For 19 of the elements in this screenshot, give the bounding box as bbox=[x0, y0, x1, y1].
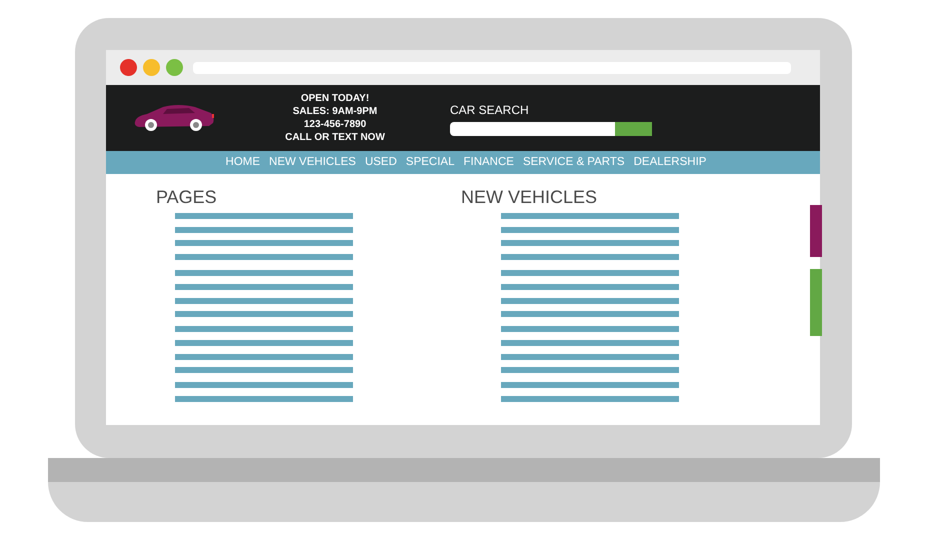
search-button[interactable] bbox=[615, 122, 652, 136]
section-title: NEW VEHICLES bbox=[461, 186, 598, 208]
nav-link[interactable]: SERVICE & PARTS bbox=[522, 154, 625, 172]
side-tab[interactable] bbox=[810, 269, 822, 336]
search-label: CAR SEARCH bbox=[450, 102, 530, 118]
search-field[interactable] bbox=[450, 122, 615, 136]
nav-link[interactable]: NEW VEHICLES bbox=[269, 154, 356, 172]
header-info-text: CALL OR TEXT NOW bbox=[285, 131, 385, 144]
header-info-text: SALES: 9AM-9PM bbox=[292, 105, 378, 118]
header-info-text: 123-456-7890 bbox=[304, 118, 366, 131]
nav-link[interactable]: SPECIAL bbox=[406, 154, 454, 172]
nav-link[interactable]: FINANCE bbox=[463, 154, 514, 172]
nav-link[interactable]: DEALERSHIP bbox=[634, 154, 706, 172]
nav-link[interactable]: HOME bbox=[226, 154, 260, 172]
header-info-text: OPEN TODAY! bbox=[300, 92, 370, 105]
side-tab[interactable] bbox=[810, 205, 822, 257]
car-logo-icon bbox=[133, 104, 215, 132]
nav-link[interactable]: USED bbox=[364, 154, 397, 172]
section-title: PAGES bbox=[156, 186, 218, 208]
